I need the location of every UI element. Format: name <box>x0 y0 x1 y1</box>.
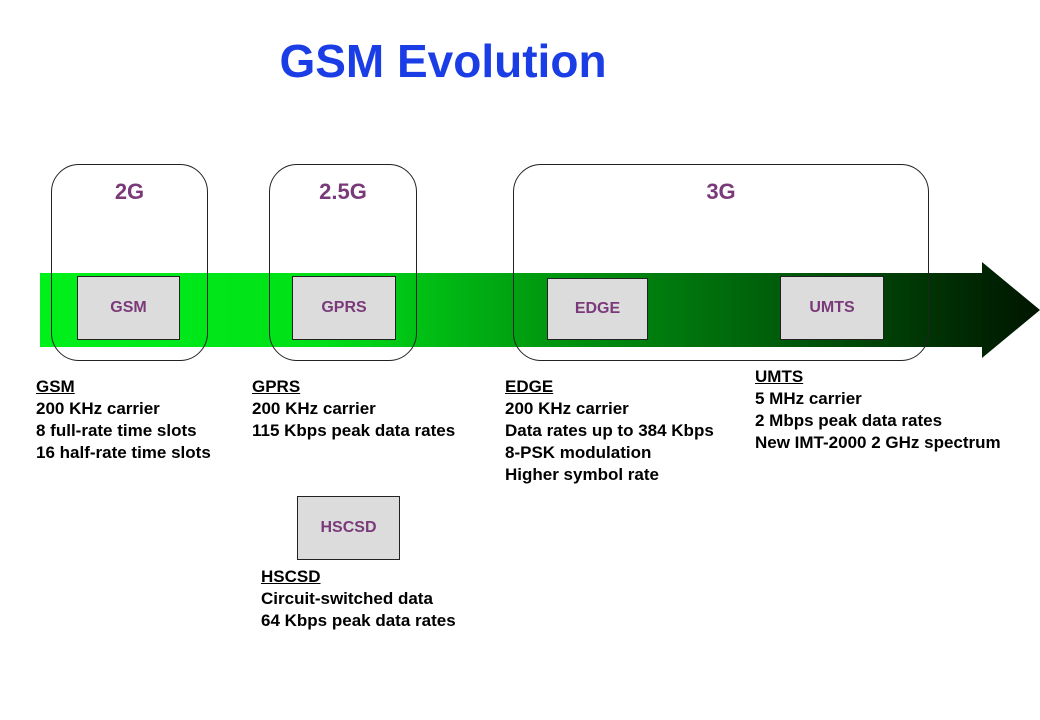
group-label: 2.5G <box>319 179 367 204</box>
description-line: 200 KHz carrier <box>36 399 160 418</box>
description-heading: GPRS <box>252 377 301 396</box>
description-heading: UMTS <box>755 367 804 386</box>
description-hscsd: HSCSD Circuit-switched data 64 Kbps peak… <box>261 566 456 632</box>
description-umts: UMTS 5 MHz carrier 2 Mbps peak data rate… <box>755 366 1001 454</box>
tech-box-edge: EDGE <box>547 278 648 340</box>
description-line: Higher symbol rate <box>505 465 659 484</box>
description-line: Circuit-switched data <box>261 589 433 608</box>
description-line: 64 Kbps peak data rates <box>261 611 456 630</box>
tech-box-gsm: GSM <box>77 276 180 340</box>
description-line: 16 half-rate time slots <box>36 443 211 462</box>
description-line: 200 KHz carrier <box>505 399 629 418</box>
group-label: 3G <box>706 179 736 204</box>
description-line: 200 KHz carrier <box>252 399 376 418</box>
tech-box-umts: UMTS <box>780 276 884 340</box>
description-heading: GSM <box>36 377 75 396</box>
description-gsm: GSM 200 KHz carrier 8 full-rate time slo… <box>36 376 211 464</box>
description-line: Data rates up to 384 Kbps <box>505 421 714 440</box>
description-line: 2 Mbps peak data rates <box>755 411 943 430</box>
description-line: New IMT-2000 2 GHz spectrum <box>755 433 1001 452</box>
description-heading: EDGE <box>505 377 554 396</box>
description-gprs: GPRS 200 KHz carrier 115 Kbps peak data … <box>252 376 455 442</box>
group-label: 2G <box>114 179 145 204</box>
description-line: 8-PSK modulation <box>505 443 652 462</box>
description-heading: HSCSD <box>261 567 321 586</box>
tech-box-hscsd: HSCSD <box>297 496 400 560</box>
description-line: 5 MHz carrier <box>755 389 862 408</box>
description-edge: EDGE 200 KHz carrier Data rates up to 38… <box>505 376 714 486</box>
tech-box-gprs: GPRS <box>292 276 396 340</box>
description-line: 8 full-rate time slots <box>36 421 197 440</box>
description-line: 115 Kbps peak data rates <box>252 421 456 440</box>
